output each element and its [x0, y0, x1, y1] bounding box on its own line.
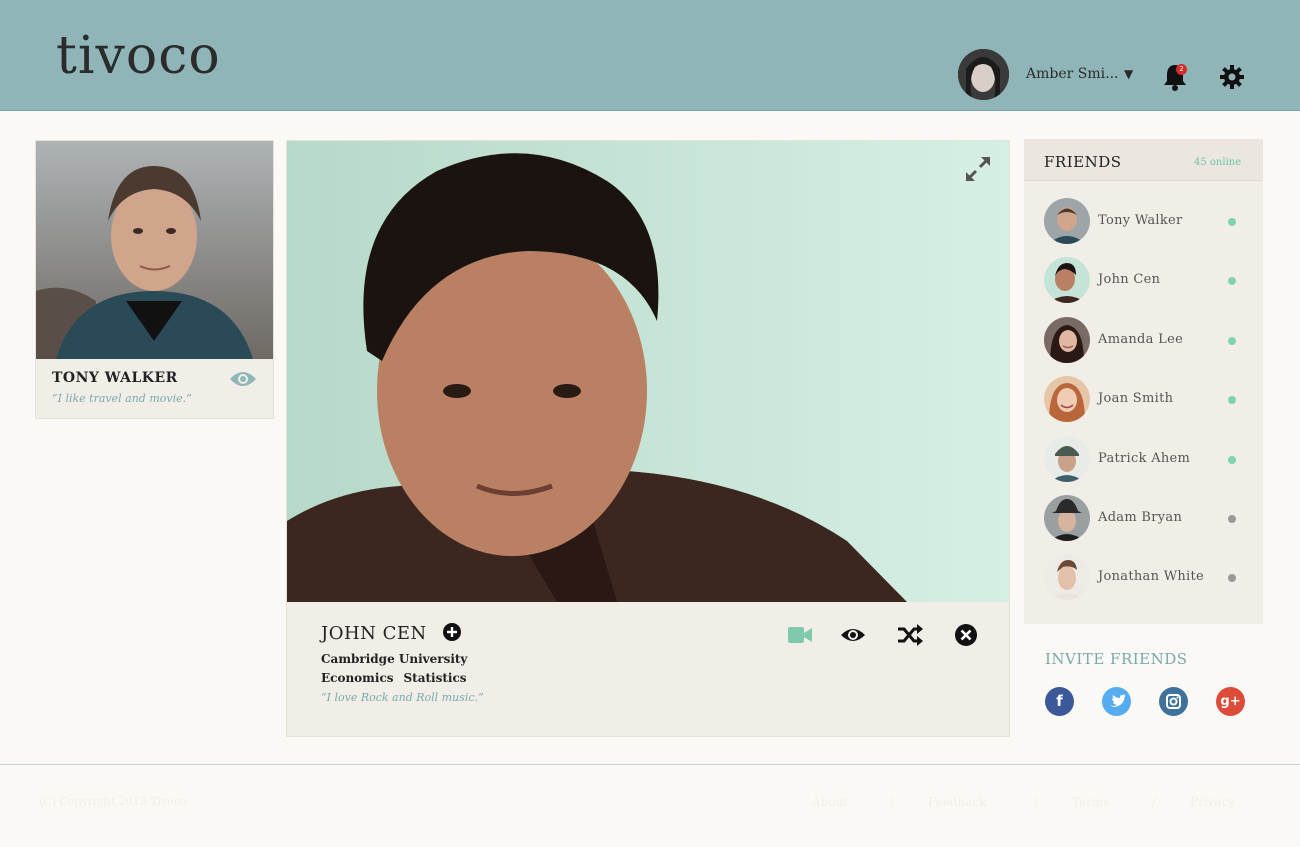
friend-item-tony-walker[interactable]: Tony Walker [1024, 198, 1263, 257]
major-item: Statistics [403, 671, 467, 685]
chat-partner-quote: “I love Rock and Roll music.” [321, 691, 484, 704]
friend-avatar [1044, 376, 1090, 422]
online-status-dot [1228, 337, 1236, 345]
online-status-dot [1228, 396, 1236, 404]
expand-fullscreen-icon[interactable] [963, 154, 993, 184]
chat-partner-university: Cambridge University [321, 652, 468, 666]
chat-partner-name: JOHN CEN [321, 623, 427, 644]
user-avatar[interactable] [958, 49, 1009, 100]
shuffle-next-icon[interactable] [897, 622, 923, 648]
tivoco-logo[interactable]: tivoco [56, 30, 221, 82]
friend-avatar [1044, 257, 1090, 303]
friend-avatar [1044, 198, 1090, 244]
offline-status-dot [1228, 515, 1236, 523]
footer-link-about[interactable]: About [812, 795, 848, 809]
footer-link-terms[interactable]: Terms [1072, 795, 1109, 809]
friend-avatar [1044, 554, 1090, 600]
online-status-dot [1228, 456, 1236, 464]
friends-panel: FRIENDS 45 online Tony Walker John Cen A… [1024, 139, 1263, 624]
friend-item-adam-bryan[interactable]: Adam Bryan [1024, 495, 1263, 554]
footer-separator: / [1152, 795, 1157, 809]
watch-eye-icon[interactable] [840, 622, 866, 648]
preview-profile-name: TONY WALKER [52, 370, 178, 386]
friend-name: Jonathan White [1098, 569, 1205, 584]
footer-separator: / [1034, 795, 1039, 809]
friend-name: Amanda Lee [1098, 332, 1184, 347]
friends-title: FRIENDS [1044, 153, 1122, 171]
major-item: Economics [321, 671, 394, 685]
friend-avatar [1044, 436, 1090, 482]
settings-gear-icon[interactable] [1219, 64, 1245, 90]
preview-profile-photo[interactable] [36, 141, 273, 359]
facebook-icon[interactable]: f [1045, 687, 1074, 716]
offline-status-dot [1228, 574, 1236, 582]
friend-name: Tony Walker [1098, 213, 1183, 228]
friend-avatar [1044, 495, 1090, 541]
preview-profile-quote: “I like travel and movie.” [52, 392, 192, 405]
friend-name: John Cen [1098, 272, 1161, 287]
footer-divider [0, 764, 1300, 765]
friend-item-joan-smith[interactable]: Joan Smith [1024, 376, 1263, 435]
video-chat-card: JOHN CEN Cambridge University Economics S… [286, 140, 1010, 737]
footer-link-feedback[interactable]: Feedback [928, 795, 986, 809]
twitter-icon[interactable] [1102, 687, 1131, 716]
friend-name: Patrick Ahem [1098, 451, 1191, 466]
footer-separator: / [890, 795, 895, 809]
top-header: tivoco Amber Smi... ▼ 2 [0, 0, 1300, 111]
friend-item-john-cen[interactable]: John Cen [1024, 257, 1263, 316]
add-friend-icon[interactable] [442, 622, 462, 642]
friend-item-amanda-lee[interactable]: Amanda Lee [1024, 317, 1263, 376]
online-status-dot [1228, 218, 1236, 226]
footer-copyright: (C) Copyright 2013 Tivoco [39, 795, 187, 808]
friends-header: FRIENDS 45 online [1024, 139, 1263, 181]
friend-avatar [1044, 317, 1090, 363]
notification-badge: 2 [1176, 64, 1187, 75]
friend-name: Joan Smith [1098, 391, 1174, 406]
end-chat-close-icon[interactable] [953, 622, 979, 648]
friend-item-patrick-ahem[interactable]: Patrick Ahem [1024, 436, 1263, 495]
friend-item-jonathan-white[interactable]: Jonathan White [1024, 554, 1263, 613]
chat-partner-majors: Economics Statistics [321, 671, 467, 685]
instagram-icon[interactable] [1159, 687, 1188, 716]
invite-friends-title: INVITE FRIENDS [1045, 650, 1188, 668]
user-menu-caret-icon[interactable]: ▼ [1124, 67, 1133, 81]
user-name[interactable]: Amber Smi... [1026, 66, 1118, 82]
view-profile-eye-icon[interactable] [229, 369, 257, 389]
footer-link-privacy[interactable]: Privacy [1190, 795, 1235, 809]
friends-online-count: 45 online [1194, 157, 1242, 168]
online-status-dot [1228, 277, 1236, 285]
video-camera-icon[interactable] [787, 622, 813, 648]
video-stream[interactable] [287, 141, 1009, 602]
friend-name: Adam Bryan [1098, 510, 1183, 525]
preview-profile-card[interactable]: TONY WALKER “I like travel and movie.” [35, 140, 274, 419]
google-plus-icon[interactable]: g+ [1216, 687, 1245, 716]
